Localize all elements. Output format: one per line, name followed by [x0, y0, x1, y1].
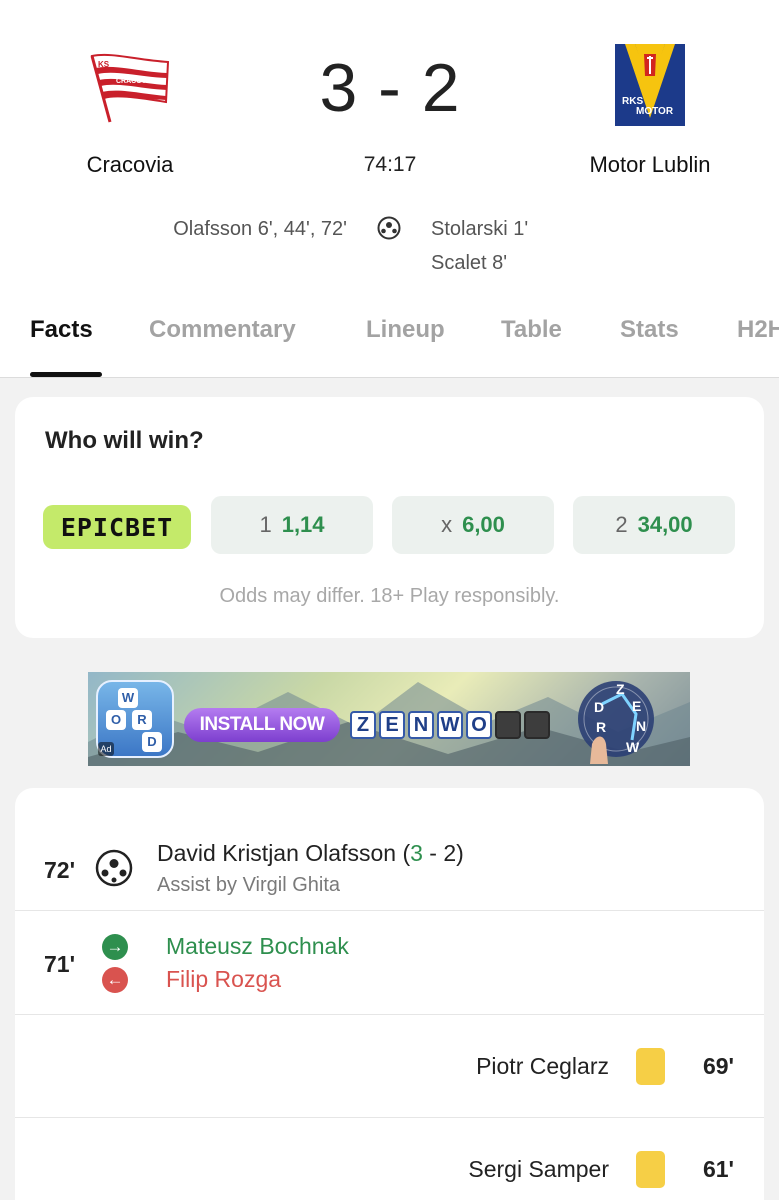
- event-goal-minute: 72': [44, 857, 76, 883]
- ad-banner[interactable]: W O R D Ad INSTALL NOW Z E N W O Z E N W…: [88, 672, 690, 766]
- odds-card: Who will win? EPICBET 1 1,14 x 6,00 2 34…: [15, 397, 764, 638]
- goal-score-away: 2: [443, 840, 457, 866]
- away-scorers: Stolarski 1' Scalet 8': [431, 214, 528, 282]
- crest-home-text-2: CRACOVIA: [116, 78, 153, 85]
- goal-score-close: ): [456, 840, 464, 866]
- match-header: KS CRACOVIA 3 - 2 RKS MOTOR Cracovia 74:…: [0, 0, 779, 378]
- tab-bar: Facts Commentary Lineup Table Stats H2H: [0, 300, 779, 378]
- ad-tile-n: N: [408, 711, 434, 739]
- event-sub-minute: 71': [44, 951, 76, 977]
- wheel-letter-e: E: [632, 698, 641, 714]
- yellow-card-minute: 69': [702, 1053, 734, 1079]
- yellow-card-player: Sergi Samper: [468, 1156, 609, 1182]
- match-score: 3 - 2: [319, 50, 461, 126]
- ad-tile-z: Z: [350, 711, 376, 739]
- home-scorers: Olafsson 6', 44', 72': [173, 218, 347, 240]
- odds-home-label: 1: [259, 512, 272, 537]
- event-goal-row[interactable]: 72' David Kristjan Olafsson (3 - 2) Assi…: [15, 788, 764, 911]
- odds-home-button[interactable]: 1 1,14: [211, 496, 373, 554]
- ad-tile-empty-1: [495, 711, 521, 739]
- crest-away-text-2: MOTOR: [636, 106, 674, 117]
- cracovia-crest-icon: KS CRACOVIA: [90, 53, 170, 123]
- sub-in-arrow-icon: →: [102, 934, 128, 960]
- goal-score-sep: -: [422, 840, 444, 866]
- yellow-card-icon: [636, 1048, 665, 1085]
- crest-home-text-1: KS: [98, 60, 110, 69]
- bookmaker-logo[interactable]: EPICBET: [43, 505, 191, 549]
- odds-away-label: 2: [615, 512, 628, 537]
- wheel-letter-r: R: [596, 719, 606, 735]
- ad-badge: Ad: [98, 742, 114, 756]
- event-substitution-row[interactable]: 71' → ← Mateusz Bochnak Filip Rozga: [15, 911, 764, 1015]
- ad-letter-wheel: Z E N W D R: [578, 681, 654, 764]
- install-now-button[interactable]: INSTALL NOW: [184, 708, 340, 742]
- ad-icon-letter-w: W: [118, 688, 138, 708]
- goal-scorer-name: David Kristjan Olafsson: [157, 840, 397, 866]
- wheel-letter-d: D: [594, 699, 604, 715]
- ad-tile-w: W: [437, 711, 463, 739]
- goal-scorer: David Kristjan Olafsson (3 - 2): [157, 840, 464, 867]
- yellow-card-player: Piotr Ceglarz: [476, 1053, 609, 1079]
- odds-away-button[interactable]: 2 34,00: [573, 496, 735, 554]
- away-scorer-2: Scalet 8': [431, 252, 508, 274]
- odds-draw-button[interactable]: x 6,00: [392, 496, 554, 554]
- goal-assist: Assist by Virgil Ghita: [157, 874, 341, 896]
- tab-stats[interactable]: Stats: [620, 316, 679, 344]
- football-icon: [377, 216, 401, 240]
- ad-tile-o: O: [466, 711, 492, 739]
- goal-score-home: 3: [410, 840, 423, 866]
- active-tab-indicator: [30, 372, 102, 377]
- odds-title: Who will win?: [45, 427, 204, 454]
- home-team-name[interactable]: Cracovia: [50, 152, 210, 178]
- wheel-letter-n: N: [636, 718, 646, 734]
- ad-tile-e: E: [379, 711, 405, 739]
- odds-home-value: 1,14: [281, 512, 325, 537]
- odds-away-value: 34,00: [637, 512, 693, 537]
- sub-player-in: Mateusz Bochnak: [166, 933, 349, 959]
- ad-icon-letter-o: O: [106, 710, 126, 730]
- odds-draw-value: 6,00: [462, 512, 505, 537]
- ad-brand-tiles: Z E N W O: [350, 711, 550, 739]
- goal-ball-icon: [95, 849, 133, 887]
- tab-h2h[interactable]: H2H: [737, 316, 779, 344]
- tab-table[interactable]: Table: [501, 316, 562, 344]
- ad-icon-letter-r: R: [132, 710, 152, 730]
- tab-lineup[interactable]: Lineup: [366, 316, 445, 344]
- sub-player-out: Filip Rozga: [166, 966, 282, 992]
- wheel-letter-w: W: [626, 739, 640, 755]
- yellow-card-minute: 61': [702, 1156, 734, 1182]
- wheel-letter-z: Z: [616, 681, 625, 697]
- sub-out-arrow-icon: ←: [102, 967, 128, 993]
- event-yellow-card-row[interactable]: Sergi Samper 61': [15, 1118, 764, 1200]
- away-scorer-1: Stolarski 1': [431, 218, 529, 240]
- away-team-name[interactable]: Motor Lublin: [570, 152, 730, 178]
- odds-disclaimer: Odds may differ. 18+ Play responsibly.: [219, 585, 560, 607]
- goal-score-open: (: [402, 840, 411, 866]
- event-yellow-card-row[interactable]: Piotr Ceglarz 69': [15, 1015, 764, 1118]
- odds-draw-label: x: [441, 512, 453, 537]
- ad-icon-letter-d: D: [142, 732, 162, 752]
- ad-tile-empty-2: [524, 711, 550, 739]
- match-events-card: 72' David Kristjan Olafsson (3 - 2) Assi…: [15, 788, 764, 1200]
- tab-facts[interactable]: Facts: [30, 316, 93, 344]
- motor-lublin-crest-icon: RKS MOTOR: [615, 44, 685, 126]
- tab-commentary[interactable]: Commentary: [149, 316, 296, 344]
- yellow-card-icon: [636, 1151, 665, 1188]
- match-clock: 74:17: [363, 153, 417, 176]
